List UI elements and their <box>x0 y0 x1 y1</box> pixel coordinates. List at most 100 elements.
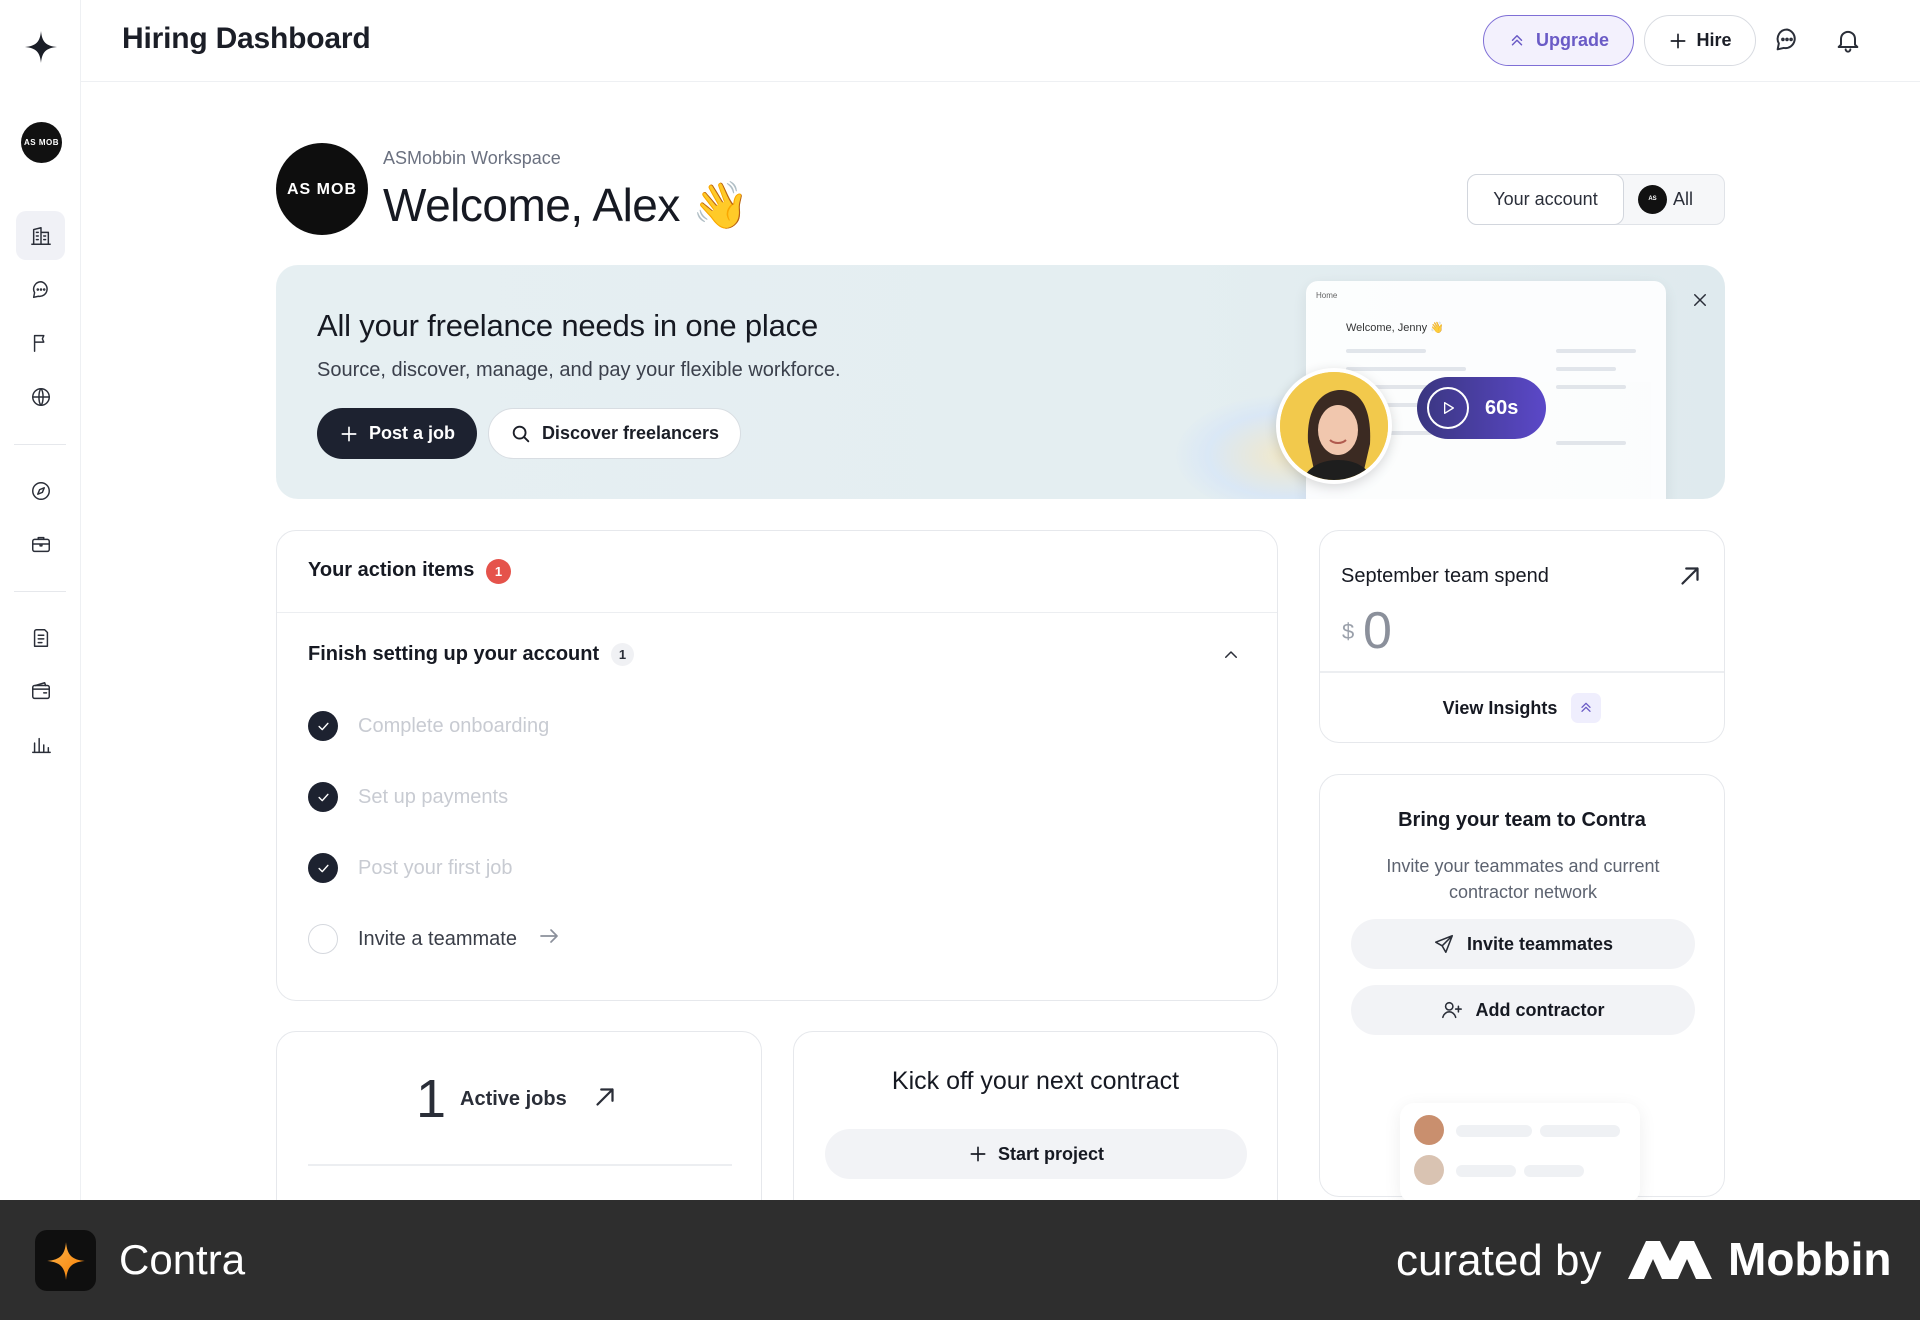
sidebar-item-contracts[interactable] <box>16 613 65 662</box>
discover-freelancers-button[interactable]: Discover freelancers <box>488 408 741 459</box>
kickoff-title: Kick off your next contract <box>891 1067 1180 1095</box>
all-tab[interactable]: AS All <box>1638 175 1693 223</box>
sidebar-item-work[interactable] <box>16 519 65 568</box>
workspace-name: ASMobbin Workspace <box>383 148 561 168</box>
post-job-button[interactable]: Post a job <box>317 408 477 459</box>
action-items-card: Your action items 1 Finish setting up yo… <box>276 530 1278 1001</box>
action-items-title: Your action items <box>308 559 475 581</box>
arrow-right-icon <box>537 924 561 954</box>
contra-logo-icon[interactable] <box>22 28 60 66</box>
team-title: Bring your team to Contra <box>1398 809 1646 831</box>
task-item[interactable]: Post your first job <box>308 853 513 883</box>
spend-value: 0 <box>1363 602 1392 660</box>
user-plus-icon <box>1442 1001 1463 1019</box>
hire-label: Hire <box>1696 30 1732 50</box>
task-item[interactable]: Set up payments <box>308 782 508 812</box>
bell-icon <box>1837 30 1859 53</box>
plus-icon <box>1670 33 1686 49</box>
close-banner-button[interactable] <box>1685 285 1715 315</box>
arrow-up-right-icon <box>1681 567 1699 585</box>
action-items-count-badge: 1 <box>486 559 511 584</box>
view-insights-button[interactable]: View Insights <box>1320 683 1724 733</box>
wallet-icon <box>31 681 50 699</box>
search-icon <box>512 425 530 442</box>
globe-icon <box>31 387 50 406</box>
contra-app-icon <box>35 1230 96 1291</box>
page-title: Hiring Dashboard <box>122 22 371 55</box>
sidebar-item-explore[interactable] <box>16 466 65 515</box>
task-item[interactable]: Invite a teammate <box>308 924 561 954</box>
sidebar-item-home[interactable] <box>16 211 65 260</box>
open-spend-button[interactable] <box>1675 561 1705 591</box>
hire-button[interactable]: Hire <box>1644 15 1756 66</box>
active-jobs-count: 1 <box>416 1069 447 1129</box>
setup-count-badge: 1 <box>611 643 634 666</box>
task-item[interactable]: Complete onboarding <box>308 711 549 741</box>
curated-by-label: curated by <box>1396 1236 1602 1285</box>
task-label: Set up payments <box>358 785 509 808</box>
upgrade-label: Upgrade <box>1535 30 1609 50</box>
sidebar-item-payments[interactable] <box>16 666 65 715</box>
building-icon <box>30 226 51 245</box>
presenter-avatar <box>1276 368 1392 484</box>
workspace-mini-avatar: AS <box>1638 184 1667 214</box>
start-project-label: Start project <box>997 1143 1105 1164</box>
compass-icon <box>31 481 50 500</box>
sidebar-item-discover[interactable] <box>16 372 65 421</box>
workspace-avatar[interactable]: AS MOB <box>21 122 62 163</box>
invite-teammates-label: Invite teammates <box>1466 933 1614 954</box>
active-jobs-label: Active jobs <box>460 1088 567 1110</box>
video-duration: 60s <box>1485 396 1519 419</box>
document-icon <box>33 628 48 647</box>
briefcase-icon <box>31 536 50 552</box>
sidebar-item-reports[interactable] <box>16 720 65 769</box>
spend-title: September team spend <box>1341 565 1549 587</box>
start-project-button[interactable]: Start project <box>825 1129 1247 1179</box>
post-job-label: Post a job <box>368 423 455 443</box>
discover-label: Discover freelancers <box>541 423 720 443</box>
sidebar-divider <box>14 591 66 592</box>
account-filter: Your account AS All <box>1467 174 1725 225</box>
add-contractor-label: Add contractor <box>1475 999 1605 1020</box>
messages-button[interactable] <box>1771 24 1803 56</box>
empty-circle-icon <box>308 924 338 954</box>
bar-chart-icon <box>31 737 51 753</box>
avatar <box>1414 1115 1444 1145</box>
setup-section-title[interactable]: Finish setting up your account <box>308 643 599 666</box>
task-label: Post your first job <box>358 856 513 879</box>
play-icon <box>1427 387 1469 429</box>
chevrons-up-icon <box>1571 693 1602 723</box>
sidebar-item-messages[interactable] <box>16 265 65 314</box>
invite-team-card: Bring your team to Contra Invite your te… <box>1319 774 1725 1203</box>
team-preview-image <box>1400 1103 1640 1203</box>
add-contractor-button[interactable]: Add contractor <box>1351 985 1695 1035</box>
avatar <box>1414 1155 1444 1185</box>
checkmark-icon <box>308 782 338 812</box>
action-items-header: Your action items 1 <box>277 531 1277 613</box>
flag-icon <box>33 334 44 352</box>
sidebar: AS MOB <box>0 0 81 1200</box>
your-account-tab[interactable]: Your account <box>1467 174 1624 225</box>
send-icon <box>1434 934 1453 954</box>
welcome-heading: Welcome, Alex 👋 <box>383 178 749 233</box>
arrow-up-right-icon <box>590 1082 620 1112</box>
wave-emoji-icon: 👋 <box>692 179 749 231</box>
checkmark-icon <box>308 711 338 741</box>
top-header: Hiring Dashboard Upgrade Hire <box>81 0 1920 82</box>
preview-home-label: Home <box>1316 291 1338 300</box>
banner-subtitle: Source, discover, manage, and pay your f… <box>317 359 841 381</box>
collapse-section-button[interactable] <box>1219 643 1243 667</box>
workspace-logo: AS MOB <box>276 143 368 235</box>
task-label: Invite a teammate <box>358 927 517 950</box>
notifications-button[interactable] <box>1832 24 1864 56</box>
all-label: All <box>1673 188 1694 209</box>
team-subtitle: Invite your teammates and current contra… <box>1386 856 1660 902</box>
mobbin-brand: Mobbin <box>1626 1232 1892 1286</box>
upgrade-button[interactable]: Upgrade <box>1483 15 1634 66</box>
footer-app-name: Contra <box>119 1236 246 1283</box>
welcome-text: Welcome, Alex <box>383 179 680 231</box>
invite-teammates-button[interactable]: Invite teammates <box>1351 919 1695 969</box>
sidebar-item-jobs[interactable] <box>16 318 65 367</box>
chevrons-up-icon <box>1511 34 1523 45</box>
play-video-button[interactable]: 60s <box>1417 377 1546 439</box>
